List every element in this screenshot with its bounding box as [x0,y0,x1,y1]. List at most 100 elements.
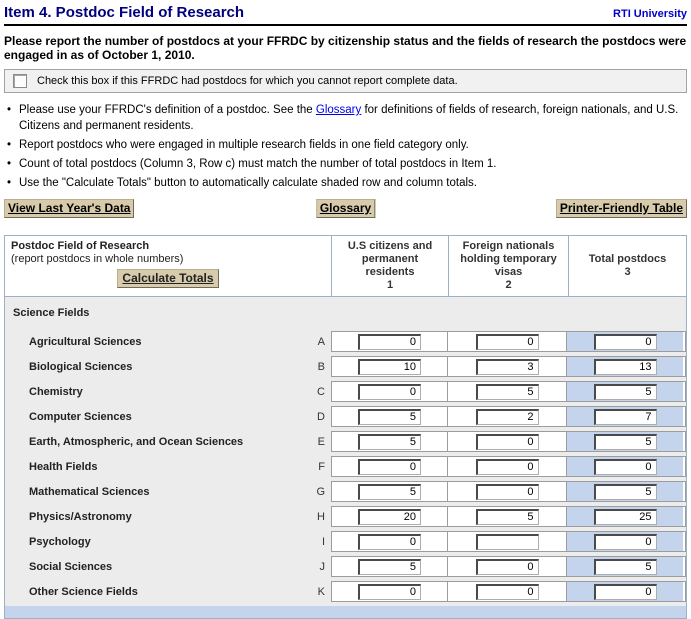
us-citizens-input[interactable] [358,409,421,425]
total-postdocs-cell [566,582,683,601]
row-input-band [331,406,686,427]
instruction-text: Count of total postdocs (Column 3, Row c… [19,158,496,170]
row-letter: F [318,461,325,473]
incomplete-data-checkbox[interactable] [13,74,27,88]
row-input-band [331,456,686,477]
us-citizens-input[interactable] [358,559,421,575]
page: Item 4. Postdoc Field of Research RTI Un… [0,0,691,619]
foreign-nationals-input[interactable] [476,359,539,375]
intro-text: Please report the number of postdocs at … [4,34,687,62]
column-header-total-postdocs: Total postdocs 3 [568,236,686,296]
us-citizens-input[interactable] [358,509,421,525]
us-citizens-input[interactable] [358,359,421,375]
total-postdocs-input[interactable] [594,484,657,500]
total-postdocs-input[interactable] [594,559,657,575]
total-postdocs-cell [566,507,683,526]
glossary-link[interactable]: Glossary [316,104,361,116]
table-corner-title: Postdoc Field of Research [11,240,325,252]
total-postdocs-input[interactable] [594,509,657,525]
total-postdocs-input[interactable] [594,434,657,450]
foreign-nationals-cell [447,382,566,401]
us-citizens-cell [332,557,447,576]
us-citizens-input[interactable] [358,534,421,550]
us-citizens-input[interactable] [358,584,421,600]
glossary-button[interactable]: Glossary [316,199,375,218]
total-postdocs-input[interactable] [594,359,657,375]
total-postdocs-cell [566,457,683,476]
table-row: Health Fields F [5,456,686,477]
us-citizens-cell [332,482,447,501]
total-postdocs-input[interactable] [594,409,657,425]
foreign-nationals-input[interactable] [476,334,539,350]
foreign-nationals-cell [447,482,566,501]
foreign-nationals-input[interactable] [476,409,539,425]
toolbar: View Last Year's Data Glossary Printer-F… [4,199,687,219]
table-row: Psychology I [5,531,686,552]
printer-friendly-button[interactable]: Printer-Friendly Table [556,199,687,218]
org-label: RTI University [613,8,687,21]
total-postdocs-cell [566,357,683,376]
row-letter: H [317,511,325,523]
foreign-nationals-input[interactable] [476,434,539,450]
total-postdocs-input[interactable] [594,584,657,600]
us-citizens-cell [332,382,447,401]
field-name: Biological Sciences [29,361,132,373]
view-last-year-button[interactable]: View Last Year's Data [4,199,134,218]
us-citizens-input[interactable] [358,334,421,350]
row-input-band [331,331,686,352]
us-citizens-input[interactable] [358,384,421,400]
total-postdocs-cell [566,332,683,351]
row-label-cell: Computer Sciences D [5,406,331,427]
row-input-band [331,556,686,577]
column-header-number: 1 [387,279,393,292]
column-header-number: 3 [624,266,630,279]
row-input-band [331,506,686,527]
foreign-nationals-input[interactable] [476,484,539,500]
total-postdocs-input[interactable] [594,384,657,400]
foreign-nationals-input[interactable] [476,459,539,475]
row-label-cell: Health Fields F [5,456,331,477]
us-citizens-input[interactable] [358,459,421,475]
field-name: Earth, Atmospheric, and Ocean Sciences [29,436,243,448]
page-title: Item 4. Postdoc Field of Research [4,4,244,21]
table-row: Agricultural Sciences A [5,331,686,352]
field-name: Social Sciences [29,561,112,573]
us-citizens-cell [332,432,447,451]
foreign-nationals-cell [447,507,566,526]
foreign-nationals-input[interactable] [476,509,539,525]
us-citizens-input[interactable] [358,434,421,450]
us-citizens-input[interactable] [358,484,421,500]
total-postdocs-input[interactable] [594,534,657,550]
foreign-nationals-cell [447,457,566,476]
incomplete-data-bar: Check this box if this FFRDC had postdoc… [4,69,687,93]
header-divider [4,24,687,26]
field-name: Physics/Astronomy [29,511,132,523]
foreign-nationals-cell [447,532,566,551]
us-citizens-cell [332,332,447,351]
foreign-nationals-input[interactable] [476,534,539,550]
table-row: Earth, Atmospheric, and Ocean Sciences E [5,431,686,452]
row-label-cell: Physics/Astronomy H [5,506,331,527]
foreign-nationals-input[interactable] [476,384,539,400]
field-name: Psychology [29,536,91,548]
row-input-band [331,481,686,502]
total-postdocs-input[interactable] [594,334,657,350]
row-input-band [331,531,686,552]
total-postdocs-input[interactable] [594,459,657,475]
table-corner-subtitle: (report postdocs in whole numbers) [11,253,325,265]
field-name: Other Science Fields [29,586,138,598]
table-row: Computer Sciences D [5,406,686,427]
foreign-nationals-input[interactable] [476,584,539,600]
foreign-nationals-input[interactable] [476,559,539,575]
row-letter: J [320,561,326,573]
row-input-band [331,431,686,452]
total-postdocs-cell [566,557,683,576]
row-label-cell: Agricultural Sciences A [5,331,331,352]
foreign-nationals-cell [447,582,566,601]
foreign-nationals-cell [447,557,566,576]
column-header-foreign-nationals: Foreign nationals holding temporary visa… [448,236,568,296]
row-input-band [331,356,686,377]
field-name: Computer Sciences [29,411,132,423]
table-row: Biological Sciences B [5,356,686,377]
calculate-totals-button[interactable]: Calculate Totals [117,269,218,288]
